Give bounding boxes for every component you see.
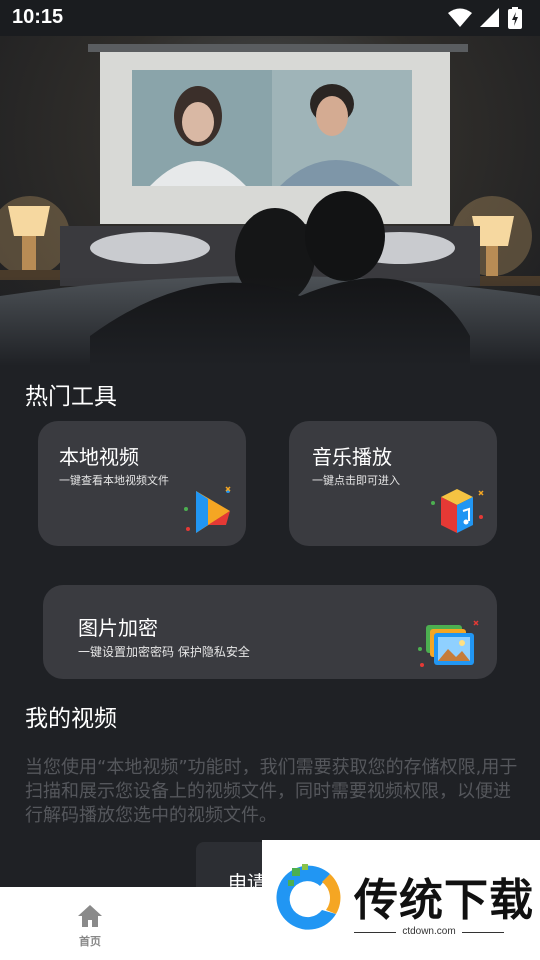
music-play-card[interactable]: 音乐播放 一键点击即可进入 <box>289 421 497 546</box>
status-time: 10:15 <box>12 6 64 28</box>
status-bar: 10:15 <box>0 0 540 36</box>
hero-banner-image <box>0 36 540 366</box>
hot-tools-title: 热门工具 <box>25 384 117 410</box>
play-icon <box>184 486 231 533</box>
music-play-subtitle: 一键点击即可进入 <box>312 474 400 487</box>
home-icon <box>78 905 102 927</box>
image-encrypt-subtitle: 一键设置加密密码 保护隐私安全 <box>78 645 250 659</box>
watermark-overlay: 传统下载 ctdown.com <box>262 840 540 960</box>
wifi-icon <box>448 8 472 27</box>
music-play-title: 音乐播放 <box>312 445 392 469</box>
image-stack-icon <box>418 620 479 667</box>
local-video-card[interactable]: 本地视频 一键查看本地视频文件 <box>38 421 246 546</box>
nav-home-label: 首页 <box>79 935 101 948</box>
my-videos-title: 我的视频 <box>25 706 117 732</box>
watermark-brand: 传统下载 <box>354 875 534 926</box>
image-encrypt-card[interactable]: 图片加密 一键设置加密密码 保护隐私安全 <box>43 585 497 679</box>
nav-home[interactable]: 首页 <box>70 901 110 949</box>
signal-icon <box>480 8 499 27</box>
local-video-title: 本地视频 <box>59 445 139 469</box>
watermark-logo <box>276 864 341 930</box>
local-video-subtitle: 一键查看本地视频文件 <box>59 474 169 487</box>
status-icons <box>448 7 522 29</box>
hero-fade-overlay <box>0 276 540 366</box>
music-cube-icon <box>431 489 484 533</box>
image-encrypt-title: 图片加密 <box>78 616 158 640</box>
watermark-line-right <box>462 932 504 933</box>
battery-icon <box>508 7 522 29</box>
permission-notice: 当您使用“本地视频”功能时，我们需要获取您的存储权限,用于扫描和展示您设备上的视… <box>25 757 518 826</box>
